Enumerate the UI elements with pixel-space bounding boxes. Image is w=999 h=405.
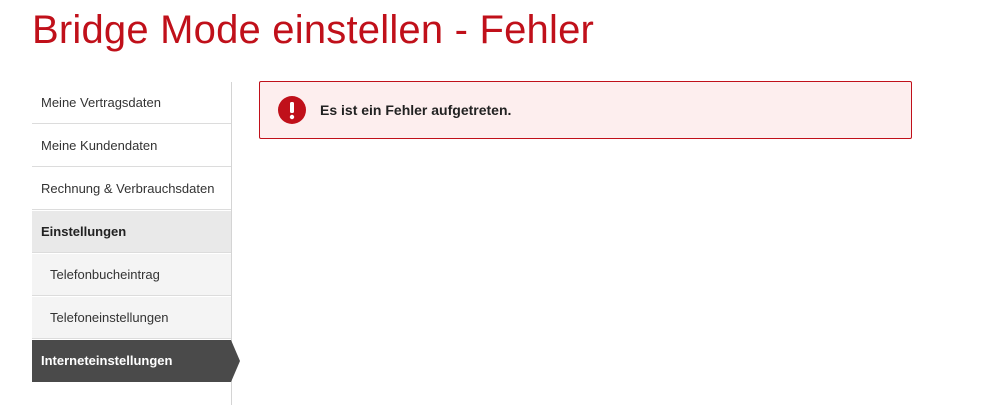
sidebar-item-telefonbucheintrag[interactable]: Telefonbucheintrag [32, 254, 231, 296]
sidebar-item-einstellungen[interactable]: Einstellungen [32, 211, 231, 253]
sidebar-item-label: Interneteinstellungen [41, 353, 173, 368]
sidebar-item-interneteinstellungen[interactable]: Interneteinstellungen [32, 340, 240, 382]
sidebar-item-label: Meine Vertragsdaten [41, 95, 161, 110]
page: Bridge Mode einstellen - Fehler Meine Ve… [0, 0, 999, 405]
error-message: Es ist ein Fehler aufgetreten. [320, 102, 512, 118]
sidebar-item-label: Telefonbucheintrag [50, 267, 160, 282]
sidebar-item-kundendaten[interactable]: Meine Kundendaten [32, 125, 231, 167]
sidebar-item-vertragsdaten[interactable]: Meine Vertragsdaten [32, 82, 231, 124]
page-title: Bridge Mode einstellen - Fehler [32, 8, 595, 52]
sidebar-nav: Meine Vertragsdaten Meine Kundendaten Re… [32, 82, 240, 405]
sidebar-item-label: Meine Kundendaten [41, 138, 158, 153]
active-arrow-indicator [231, 340, 240, 382]
sidebar-item-telefoneinstellungen[interactable]: Telefoneinstellungen [32, 297, 231, 339]
sidebar-item-rechnung[interactable]: Rechnung & Verbrauchsdaten [32, 168, 231, 210]
sidebar-item-label: Einstellungen [41, 224, 127, 239]
sidebar-item-label: Rechnung & Verbrauchsdaten [41, 181, 215, 196]
error-exclamation-icon [278, 96, 306, 124]
sidebar-item-label: Telefoneinstellungen [50, 310, 169, 325]
error-alert: Es ist ein Fehler aufgetreten. [259, 81, 912, 139]
